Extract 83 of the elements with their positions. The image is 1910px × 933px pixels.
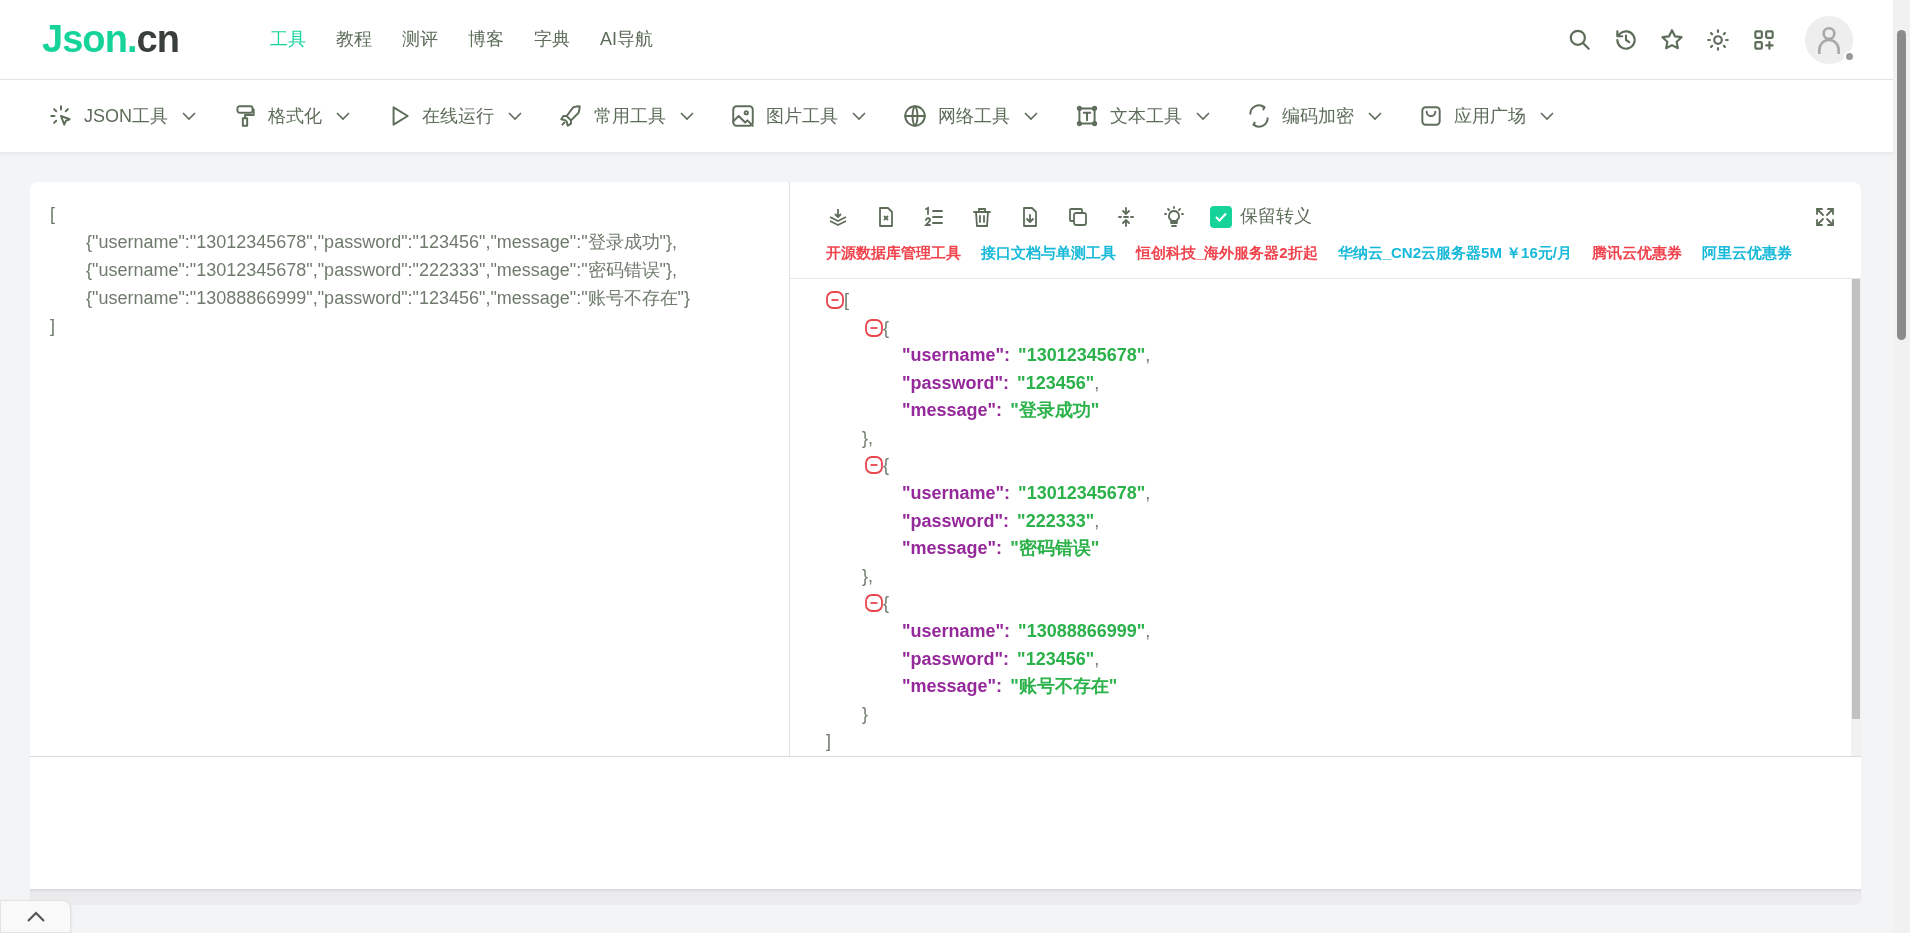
code-line: {"username":"13012345678","password":"222333","message":"密码错误"}, — [86, 259, 678, 282]
tool-menu-item[interactable]: 文本工具 — [1074, 102, 1210, 130]
chevron-down-icon — [1540, 111, 1554, 121]
globe-icon — [902, 103, 928, 129]
json-value: "登录成功" — [1010, 400, 1100, 421]
json-value: "13012345678" — [1018, 345, 1146, 366]
brace: { — [883, 455, 889, 476]
brace: { — [883, 593, 889, 614]
numbered-list-icon[interactable] — [922, 204, 946, 229]
nav-tab[interactable]: AI导航 — [600, 26, 653, 53]
json-value: "13088866999" — [1018, 621, 1146, 642]
tool-menu-item[interactable]: JSON工具 — [48, 102, 196, 130]
tool-menu-item[interactable]: 格式化 — [232, 102, 350, 130]
json-key: "message": — [902, 538, 1003, 559]
comma: , — [1145, 621, 1151, 642]
lightbulb-icon[interactable] — [1162, 204, 1186, 229]
image-icon — [730, 103, 756, 129]
ad-link[interactable]: 开源数据库管理工具 — [826, 242, 961, 265]
json-value: "密码错误" — [1010, 538, 1100, 559]
code-line: {"username":"13012345678","password":"123456","message":"登录成功"}, — [86, 231, 678, 254]
collapse-icon[interactable] — [865, 318, 883, 337]
code-line: {"username":"13088866999","password":"123456","message":"账号不存在"} — [86, 287, 691, 310]
nav-tab[interactable]: 字典 — [534, 26, 570, 53]
chevron-down-icon — [1196, 111, 1210, 121]
tool-menu-item[interactable]: 应用广场 — [1418, 102, 1554, 130]
tool-menu-item[interactable]: 在线运行 — [386, 102, 522, 130]
bracket: [ — [844, 289, 849, 310]
nav-tab[interactable]: 测评 — [402, 26, 438, 53]
json-value: "13012345678" — [1018, 483, 1146, 504]
collapse-icon[interactable] — [865, 594, 883, 613]
json-key: "username": — [902, 621, 1011, 642]
json-key: "message": — [902, 676, 1003, 697]
cursor-click-icon — [48, 103, 74, 129]
page-scrollbar-thumb[interactable] — [1897, 30, 1906, 340]
collapse-icon[interactable] — [865, 456, 883, 475]
json-value: "222333" — [1017, 510, 1095, 531]
rocket-icon — [558, 103, 584, 129]
nav-tab[interactable]: 教程 — [336, 26, 372, 53]
tool-menu-item[interactable]: 网络工具 — [902, 102, 1038, 130]
collapse-icon[interactable] — [826, 290, 844, 309]
nav-tab[interactable]: 博客 — [468, 26, 504, 53]
comma: , — [1094, 648, 1100, 669]
json-key: "username": — [902, 345, 1011, 366]
ad-link[interactable]: 恒创科技_海外服务器2折起 — [1136, 242, 1318, 265]
json-key: "password": — [902, 372, 1010, 393]
brace: }, — [862, 565, 873, 586]
json-key: "password": — [902, 648, 1010, 669]
brace: }, — [862, 427, 873, 448]
chevron-down-icon — [852, 111, 866, 121]
shopping-bag-icon — [1418, 103, 1444, 129]
comma: , — [1094, 510, 1100, 531]
input-editor[interactable]: [ {"username":"13012345678","password":"123456","message":"登录成功"}, {"username":"13012345678","password":"222333","message":"密码错误"}, {"username":"13088866999","password":"123456","message":"账号不存在"} ] — [30, 182, 790, 756]
json-key: "password": — [902, 510, 1010, 531]
chevron-down-icon — [182, 111, 196, 121]
json-value: "123456" — [1017, 372, 1095, 393]
horizontal-scrollbar[interactable] — [30, 889, 1861, 905]
chevron-up-icon — [25, 910, 46, 923]
ad-link[interactable]: 腾讯云优惠券 — [1591, 242, 1682, 265]
chevron-down-icon — [680, 111, 694, 121]
chevron-down-icon — [508, 111, 522, 121]
tool-menu-item[interactable]: 编码加密 — [1246, 102, 1382, 130]
brace: } — [862, 703, 868, 724]
comma: , — [1145, 483, 1151, 504]
json-value: "123456" — [1017, 648, 1095, 669]
code-line: ] — [50, 315, 56, 338]
json-key: "message": — [902, 400, 1003, 421]
chevron-down-icon — [1024, 111, 1038, 121]
chevron-down-icon — [1368, 111, 1382, 121]
chevron-down-icon — [336, 111, 350, 121]
json-value: "账号不存在" — [1010, 676, 1118, 697]
code-line: [ — [50, 203, 56, 226]
json-key: "username": — [902, 483, 1011, 504]
text-frame-icon — [1074, 103, 1100, 129]
keep-escape-checkbox[interactable]: 保留转义 — [1210, 203, 1312, 230]
tool-menu-item[interactable]: 常用工具 — [558, 102, 694, 130]
comma: , — [1094, 372, 1100, 393]
theme-sun-icon[interactable] — [1705, 26, 1731, 53]
comma: , — [1145, 345, 1151, 366]
bracket: ] — [826, 731, 831, 752]
brace: { — [883, 317, 889, 338]
tool-menu-item[interactable]: 图片工具 — [730, 102, 866, 130]
site-logo[interactable]: Json.cn — [42, 11, 270, 68]
scrollbar-thumb[interactable] — [1852, 278, 1860, 719]
